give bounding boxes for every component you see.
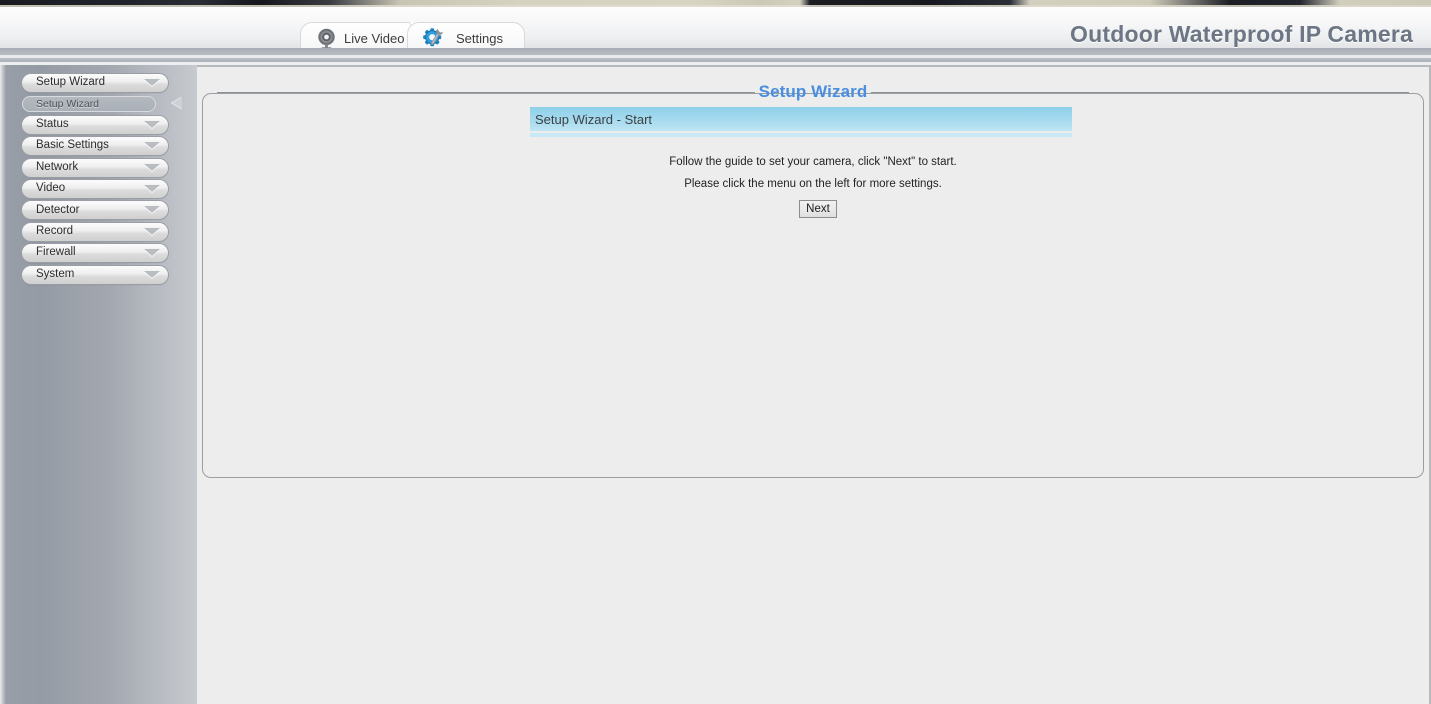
sidebar-item-label: Basic Settings (36, 139, 109, 152)
sidebar-item-label: Firewall (36, 246, 76, 259)
app-root: Live Video Settings Outdoor Waterproof I… (0, 0, 1431, 704)
header-divider-band-1 (0, 48, 1431, 55)
sidebar-item-status[interactable]: Status (22, 115, 168, 134)
chevron-down-icon (144, 270, 160, 278)
sidebar-item-label: Detector (36, 203, 80, 216)
chevron-down-icon (144, 120, 160, 128)
sidebar-subitem-label: Setup Wizard (36, 97, 100, 110)
sidebar-item-record[interactable]: Record (22, 222, 168, 241)
app-header: Live Video Settings Outdoor Waterproof I… (0, 7, 1431, 55)
chevron-down-icon (144, 227, 160, 235)
chevron-down-icon (144, 163, 160, 171)
sidebar-submenu-row: Setup Wizard (22, 95, 182, 112)
sidebar: Setup Wizard Setup Wizard Status Basic S… (0, 65, 196, 704)
chevron-down-icon (144, 142, 160, 150)
sidebar-item-basic-settings[interactable]: Basic Settings (22, 137, 168, 156)
content-area: Setup Wizard Setup Wizard - Start Follow… (196, 65, 1431, 704)
card-title-rule-right (871, 91, 1410, 93)
next-button[interactable]: Next (799, 200, 837, 218)
page-title: Outdoor Waterproof IP Camera (1070, 21, 1413, 47)
sidebar-item-video[interactable]: Video (22, 179, 168, 198)
sidebar-item-label: Status (36, 118, 69, 131)
card-title: Setup Wizard (758, 82, 868, 101)
sidebar-item-label: System (36, 267, 75, 280)
sidebar-item-label: Network (36, 160, 79, 173)
sidebar-item-label: Setup Wizard (36, 76, 106, 89)
sidebar-item-network[interactable]: Network (22, 158, 168, 177)
instruction-line-1: Follow the guide to set your camera, cli… (669, 156, 957, 168)
sidebar-item-detector[interactable]: Detector (22, 201, 168, 220)
section-header-label: Setup Wizard - Start (535, 111, 653, 127)
section-header-underline (530, 133, 1072, 137)
background-window-remnant (0, 0, 1431, 7)
card-title-row: Setup Wizard (203, 82, 1423, 102)
content-top-rule (197, 65, 1431, 67)
sidebar-menu: Setup Wizard Setup Wizard Status Basic S… (22, 74, 182, 287)
section-header-bar: Setup Wizard - Start (530, 107, 1072, 131)
sidebar-subitem-setup-wizard[interactable]: Setup Wizard (22, 95, 156, 112)
card-title-rule-left (217, 91, 755, 93)
sidebar-item-system[interactable]: System (22, 265, 168, 284)
setup-wizard-card: Setup Wizard Setup Wizard - Start Follow… (202, 82, 1424, 478)
sidebar-item-firewall[interactable]: Firewall (22, 244, 168, 263)
sidebar-item-label: Video (36, 182, 66, 195)
chevron-down-icon (144, 184, 160, 192)
instruction-line-2: Please click the menu on the left for mo… (684, 178, 942, 190)
chevron-down-icon (144, 79, 160, 86)
camera-icon (316, 28, 337, 50)
chevron-down-icon (144, 206, 160, 214)
tab-live-video-label: Live Video (344, 31, 405, 46)
chevron-down-icon (144, 249, 160, 257)
sidebar-item-label: Record (36, 224, 74, 237)
arrow-left-icon (172, 97, 182, 110)
tab-settings-label: Settings (456, 31, 503, 46)
sidebar-item-setup-wizard[interactable]: Setup Wizard (22, 74, 168, 92)
gear-wrench-icon (423, 27, 449, 50)
